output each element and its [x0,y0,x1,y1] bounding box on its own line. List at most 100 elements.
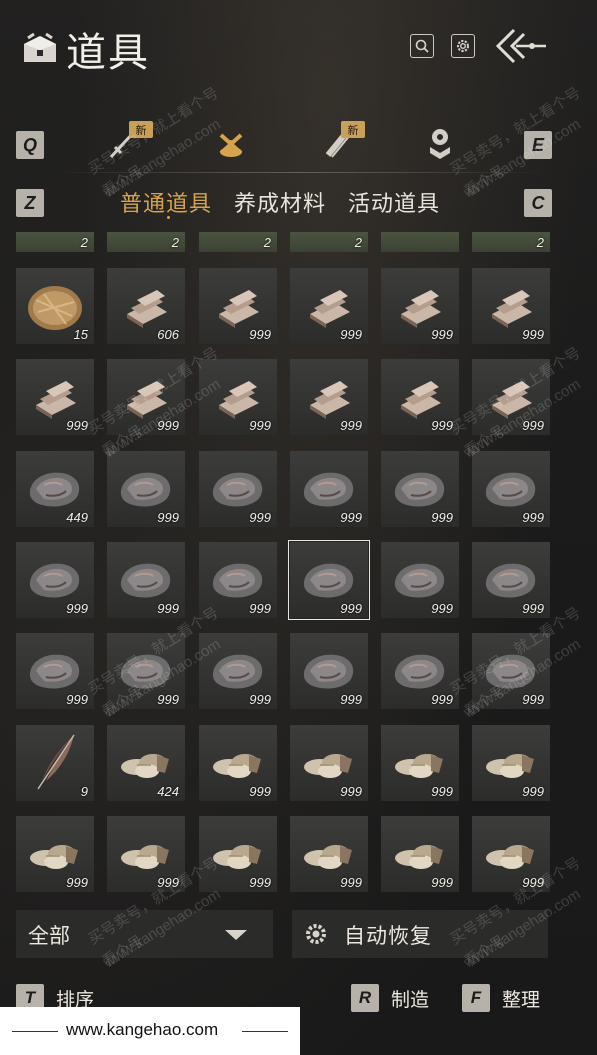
prev-category-key[interactable]: Q [16,131,44,159]
inventory-slot[interactable]: 999 [199,359,277,435]
item-count: 999 [522,875,544,890]
inventory-slot[interactable]: 999 [16,633,94,709]
inventory-slot[interactable]: 999 [107,359,185,435]
item-count: 999 [340,875,362,890]
inventory-slot[interactable]: 999 [472,359,550,435]
organize-action[interactable]: F 整理 [462,984,540,1012]
settings-button[interactable] [451,34,475,58]
item-count: 999 [522,418,544,433]
inventory-slot[interactable]: 999 [199,542,277,618]
inventory-slot[interactable]: 999 [381,268,459,344]
item-count: 424 [157,784,179,799]
inventory-slot[interactable]: 999 [288,540,370,620]
inventory-slot[interactable]: 999 [107,633,185,709]
craft-label: 制造 [391,988,430,1011]
inventory-slot[interactable]: 999 [290,816,368,892]
inventory-slot[interactable]: 999 [472,542,550,618]
inventory-slot[interactable]: 999 [381,451,459,527]
inventory-slot[interactable]: 2 [290,232,368,252]
search-button[interactable] [410,34,434,58]
item-count: 2 [536,235,544,250]
inventory-slot[interactable] [381,232,459,252]
next-subtab-key[interactable]: C [524,189,552,217]
inventory-slot[interactable]: 999 [199,451,277,527]
inventory-slot[interactable]: 999 [107,542,185,618]
subtab-event-items[interactable]: 活动道具 [348,186,440,218]
inventory-slot[interactable]: 2 [472,232,550,252]
craft-action[interactable]: R 制造 [351,984,429,1012]
organize-label: 整理 [502,988,541,1011]
inventory-slot[interactable]: 999 [199,816,277,892]
inventory-slot[interactable]: 999 [381,633,459,709]
inventory-slot[interactable]: 2 [16,232,94,252]
item-count: 999 [522,784,544,799]
inventory-slot[interactable]: 999 [16,542,94,618]
inventory-slot[interactable]: 999 [290,633,368,709]
inventory-slot[interactable]: 999 [290,451,368,527]
new-badge: 新 [341,121,365,138]
chest-icon [24,32,56,62]
divider [48,172,548,173]
item-count: 15 [73,327,88,342]
inventory-slot[interactable]: 449 [16,451,94,527]
item-count: 999 [522,692,544,707]
inventory-slot[interactable]: 999 [472,816,550,892]
item-count: 999 [340,784,362,799]
next-category-key[interactable]: E [524,131,552,159]
auto-restore-label: 自动恢复 [344,924,432,948]
inventory-slot[interactable]: 999 [16,816,94,892]
inventory-slot[interactable]: 999 [381,359,459,435]
new-badge: 新 [129,121,153,138]
inventory-slot[interactable]: 999 [199,725,277,801]
item-count: 999 [340,601,362,616]
auto-restore-button[interactable]: 自动恢复 [292,910,548,958]
inventory-slot[interactable]: 999 [472,633,550,709]
inventory-slot[interactable]: 15 [16,268,94,344]
inventory-slot[interactable]: 999 [16,359,94,435]
search-icon [415,39,429,53]
item-count: 999 [340,327,362,342]
inventory-slot[interactable]: 999 [381,816,459,892]
item-count: 2 [263,235,271,250]
category-tab-tokens[interactable] [417,120,463,166]
item-count: 999 [522,327,544,342]
inventory-slot[interactable]: 999 [472,725,550,801]
inventory-slot[interactable]: 999 [472,451,550,527]
inventory-slot[interactable]: 2 [107,232,185,252]
inventory-slot[interactable]: 606 [107,268,185,344]
active-tab-indicator [167,216,170,219]
inventory-slot[interactable]: 999 [107,816,185,892]
item-count: 999 [431,510,453,525]
item-count: 999 [157,875,179,890]
item-count: 999 [431,327,453,342]
inventory-slot[interactable]: 999 [107,451,185,527]
inventory-slot[interactable]: 999 [381,542,459,618]
item-count: 999 [431,875,453,890]
inventory-slot[interactable]: 424 [107,725,185,801]
inventory-slot[interactable]: 999 [472,268,550,344]
category-tab-items[interactable] [208,120,254,166]
subtab-growth-materials[interactable]: 养成材料 [234,186,326,218]
back-icon[interactable] [492,26,548,66]
item-count: 606 [157,327,179,342]
item-count: 999 [522,510,544,525]
inventory-slot[interactable]: 999 [199,268,277,344]
item-count: 2 [354,235,362,250]
subtab-normal-items[interactable]: 普通道具 [120,186,212,218]
inventory-slot[interactable]: 999 [290,268,368,344]
inventory-slot[interactable]: 999 [199,633,277,709]
inventory-slot[interactable]: 999 [290,359,368,435]
divider [242,1031,288,1032]
inventory-slot[interactable]: 999 [290,725,368,801]
item-count: 999 [249,510,271,525]
inventory-slot[interactable]: 999 [381,725,459,801]
item-count: 999 [431,784,453,799]
item-count: 999 [249,418,271,433]
item-count: 999 [66,875,88,890]
item-count: 999 [431,601,453,616]
inventory-slot[interactable]: 2 [199,232,277,252]
item-count: 449 [66,510,88,525]
inventory-slot[interactable]: 9 [16,725,94,801]
prev-subtab-key[interactable]: Z [16,189,44,217]
filter-dropdown[interactable]: 全部 [16,910,273,958]
